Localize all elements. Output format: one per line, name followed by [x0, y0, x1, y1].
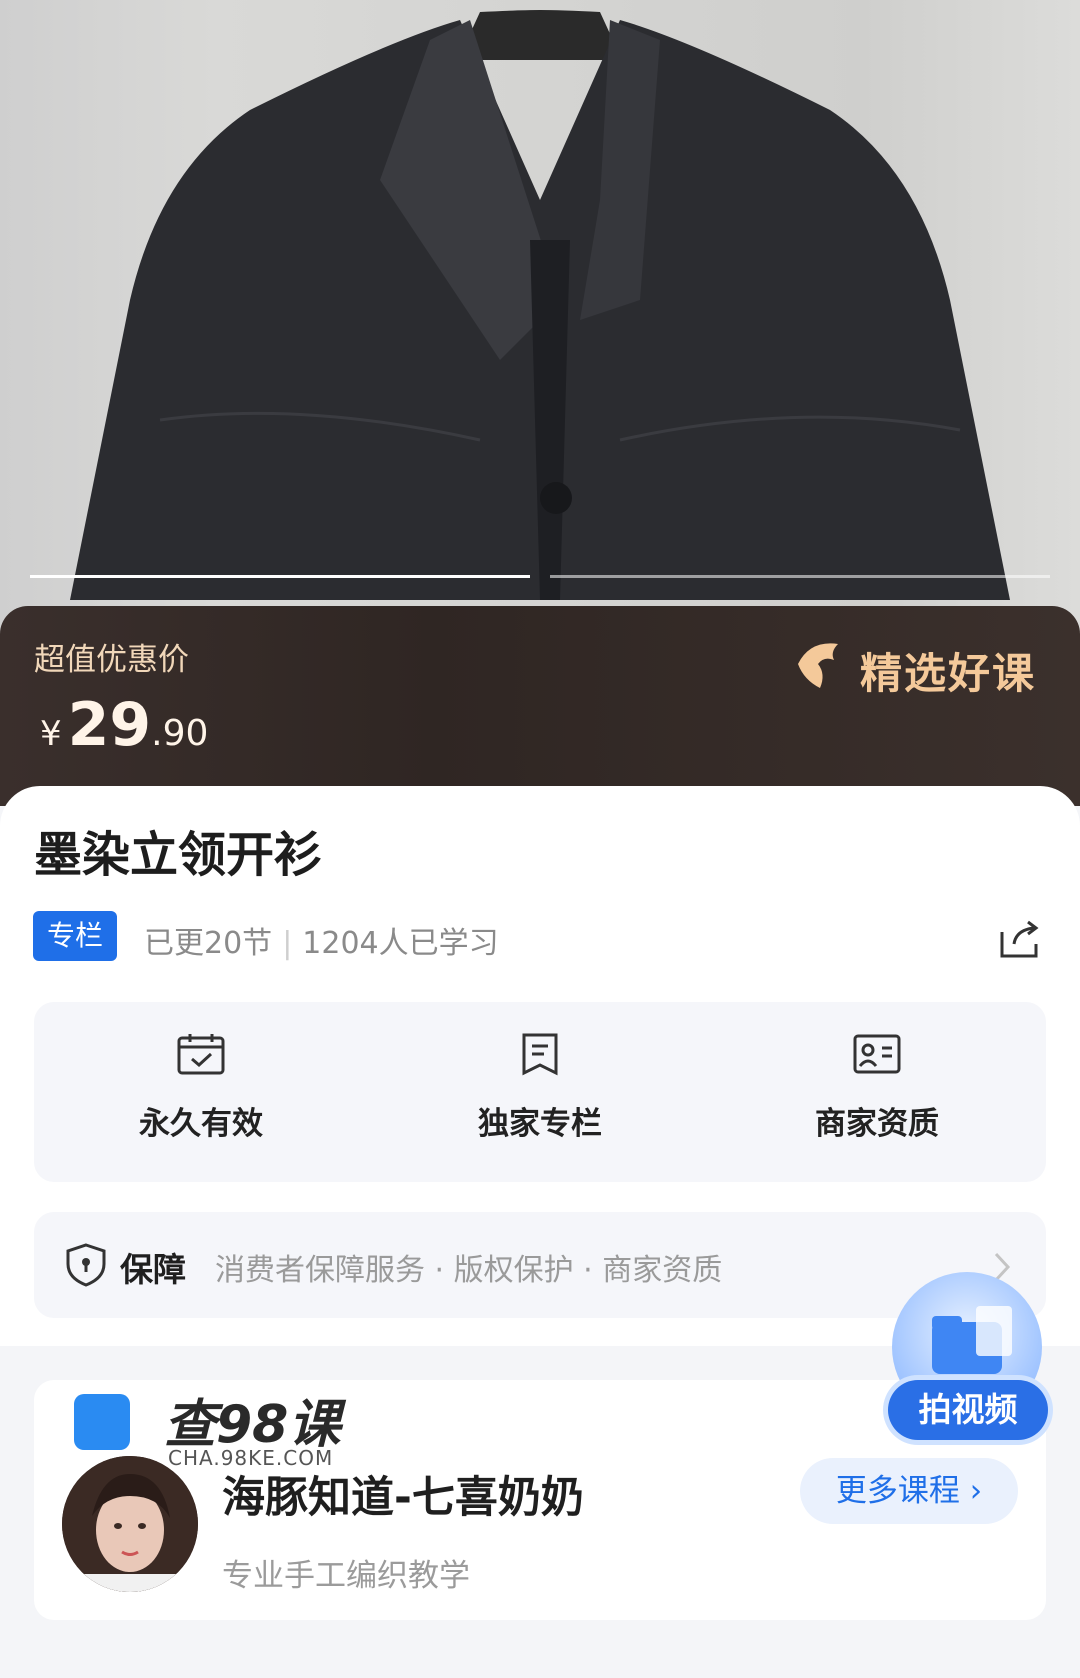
dolphin-logo-icon — [798, 643, 838, 688]
id-card-icon — [853, 1034, 901, 1074]
author-description: 专业手工编织教学 — [222, 1558, 470, 1594]
product-image[interactable] — [0, 0, 1080, 640]
price-value: ¥29.90 — [40, 690, 208, 760]
document-icon — [522, 1033, 558, 1076]
carousel-indicator-2 — [550, 575, 1050, 578]
feature-exclusive[interactable]: 独家专栏 — [440, 1032, 640, 1143]
feature-label: 永久有效 — [139, 1106, 263, 1142]
guarantee-title: 保障 — [120, 1250, 186, 1289]
learners-count: 1204人已学习 — [302, 926, 499, 961]
avatar-image — [62, 1456, 198, 1592]
featured-course-badge: 精选好课 — [860, 649, 1037, 698]
author-name: 海豚知道-七喜奶奶 — [222, 1473, 584, 1523]
feature-merchant-qualification[interactable]: 商家资质 — [777, 1032, 977, 1143]
avatar[interactable] — [62, 1456, 198, 1592]
more-courses-button[interactable]: 更多课程 › — [800, 1458, 1018, 1524]
feature-label: 独家专栏 — [478, 1106, 602, 1142]
price-decimal: .90 — [151, 713, 209, 754]
calendar-check-icon — [177, 1034, 225, 1075]
carousel-indicator-1 — [30, 575, 530, 578]
lessons-count: 已更20节 — [144, 926, 273, 961]
feature-permanent[interactable]: 永久有效 — [101, 1032, 301, 1143]
sweater-illustration — [70, 10, 1010, 600]
meta-separator: | — [282, 926, 293, 961]
price-integer: 29 — [67, 690, 152, 760]
course-title: 墨染立领开衫 — [34, 827, 323, 883]
price-label: 超值优惠价 — [34, 642, 189, 678]
column-tag: 专栏 — [33, 911, 117, 961]
feature-label: 商家资质 — [815, 1106, 939, 1142]
shield-icon — [66, 1243, 106, 1287]
course-meta: 已更20节 | 1204人已学习 — [144, 918, 499, 962]
watermark-subtext: CHA.98KE.COM — [168, 1446, 334, 1470]
guarantee-items: 消费者保障服务 · 版权保护 · 商家资质 — [215, 1253, 723, 1288]
share-icon[interactable] — [996, 914, 1044, 962]
currency-symbol: ¥ — [40, 714, 62, 754]
shoot-video-button[interactable]: 拍视频 — [888, 1380, 1048, 1440]
watermark-logo-icon — [74, 1394, 130, 1450]
